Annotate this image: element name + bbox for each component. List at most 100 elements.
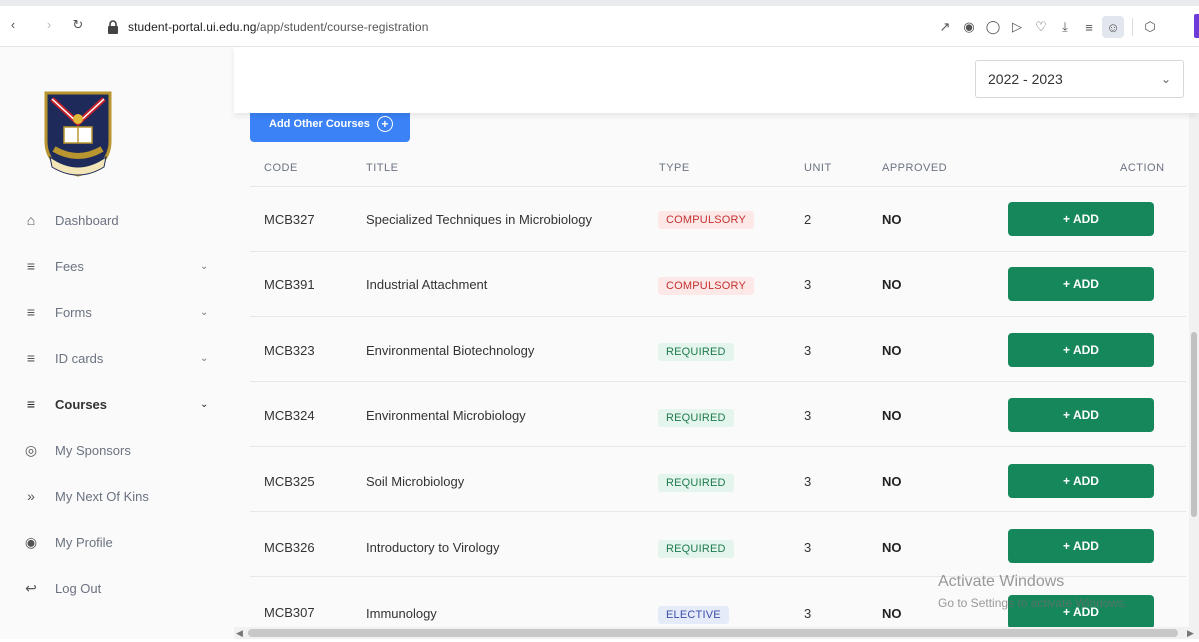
sidebar-item-my-profile[interactable]: ◉ My Profile bbox=[0, 522, 234, 562]
play-icon[interactable]: ▷ bbox=[1006, 16, 1028, 38]
horizontal-scrollbar[interactable]: ◀ ▶ bbox=[234, 627, 1199, 639]
sidebar-item-fees[interactable]: ≡ Fees ⌄ bbox=[0, 246, 234, 286]
course-approved: NO bbox=[882, 212, 902, 227]
add-course-button[interactable]: + ADD bbox=[1008, 202, 1154, 236]
profile-icon[interactable]: ☺ bbox=[1102, 16, 1124, 38]
address-bar[interactable]: student-portal.ui.edu.ng/app/student/cou… bbox=[128, 20, 428, 34]
course-code: MCB324 bbox=[264, 408, 315, 423]
chevron-down-icon: ⌄ bbox=[200, 260, 209, 272]
browser-actions: ↗ ◉ ◯ ▷ ♡ ⤓ ≡ ☺ ⬡ bbox=[934, 16, 1163, 38]
course-approved: NO bbox=[882, 277, 902, 292]
course-type-badge: ELECTIVE bbox=[658, 606, 729, 624]
course-title: Industrial Attachment bbox=[366, 277, 488, 292]
course-code: MCB323 bbox=[264, 343, 315, 358]
course-code: MCB391 bbox=[264, 277, 315, 292]
horizontal-scroll-thumb[interactable] bbox=[248, 629, 1178, 637]
course-code: MCB307 bbox=[264, 605, 315, 620]
home-icon: ⌂ bbox=[26, 212, 36, 228]
add-course-button[interactable]: + ADD bbox=[1008, 464, 1154, 498]
vertical-scrollbar[interactable] bbox=[1189, 47, 1199, 627]
back-icon[interactable]: ‹ bbox=[6, 18, 20, 32]
camera-icon[interactable]: ◉ bbox=[958, 16, 980, 38]
course-approved: NO bbox=[882, 408, 902, 423]
sidebar-item-forms[interactable]: ≡ Forms ⌄ bbox=[0, 292, 234, 332]
sidebar-item-label: ID cards bbox=[55, 350, 104, 366]
lock-icon[interactable] bbox=[107, 20, 119, 34]
course-title: Soil Microbiology bbox=[366, 474, 465, 489]
tab-strip bbox=[0, 0, 1199, 6]
course-unit: 2 bbox=[804, 212, 812, 227]
table-row: MCB327 Specialized Techniques in Microbi… bbox=[250, 187, 1186, 252]
user-circle-icon: ◉ bbox=[24, 533, 38, 550]
course-approved: NO bbox=[882, 540, 902, 555]
list-icon: ≡ bbox=[26, 304, 36, 320]
course-title: Immunology bbox=[366, 606, 437, 621]
reload-icon[interactable]: ↻ bbox=[71, 18, 85, 32]
column-header-action: ACTION bbox=[1120, 162, 1165, 174]
sidebar-item-id-cards[interactable]: ≡ ID cards ⌄ bbox=[0, 338, 234, 378]
logout-icon: ↩ bbox=[25, 579, 37, 596]
course-unit: 3 bbox=[804, 474, 812, 489]
table-row: MCB326 Introductory to Virology REQUIRED… bbox=[250, 512, 1186, 577]
course-type-badge: COMPULSORY bbox=[658, 211, 755, 229]
menu-icon[interactable]: ≡ bbox=[1078, 16, 1100, 38]
browser-menu-button[interactable] bbox=[1194, 14, 1199, 38]
sidebar-item-log-out[interactable]: ↩ Log Out bbox=[0, 568, 234, 608]
course-code: MCB325 bbox=[264, 474, 315, 489]
course-code: MCB327 bbox=[264, 212, 315, 227]
sidebar-item-courses[interactable]: ≡ Courses ⌄ bbox=[0, 384, 234, 424]
course-unit: 3 bbox=[804, 408, 812, 423]
sidebar-item-next-of-kins[interactable]: » My Next Of Kins bbox=[0, 476, 234, 516]
column-header-code: CODE bbox=[264, 162, 298, 174]
sidebar-item-label: Forms bbox=[55, 304, 92, 320]
plus-circle-icon: + bbox=[376, 116, 393, 132]
extensions-icon[interactable]: ⬡ bbox=[1139, 16, 1161, 38]
list-icon: ≡ bbox=[26, 396, 36, 412]
add-course-button[interactable]: + ADD bbox=[1008, 529, 1154, 563]
add-course-button[interactable]: + ADD bbox=[1008, 267, 1154, 301]
scroll-right-icon[interactable]: ▶ bbox=[1187, 627, 1194, 639]
sidebar-item-label: My Next Of Kins bbox=[55, 488, 149, 504]
course-approved: NO bbox=[882, 606, 902, 621]
add-course-button[interactable]: + ADD bbox=[1008, 333, 1154, 367]
course-unit: 3 bbox=[804, 606, 812, 621]
course-approved: NO bbox=[882, 474, 902, 489]
sidebar: ⌂ Dashboard ≡ Fees ⌄ ≡ Forms ⌄ ≡ ID card… bbox=[0, 47, 234, 639]
scroll-left-icon[interactable]: ◀ bbox=[236, 627, 243, 639]
list-icon: ≡ bbox=[26, 350, 36, 366]
vertical-scroll-thumb[interactable] bbox=[1191, 332, 1197, 517]
course-type-badge: REQUIRED bbox=[658, 540, 734, 558]
sidebar-item-dashboard[interactable]: ⌂ Dashboard bbox=[0, 200, 234, 240]
table-row: MCB323 Environmental Biotechnology REQUI… bbox=[250, 317, 1186, 382]
shield-icon[interactable]: ◯ bbox=[982, 16, 1004, 38]
course-code: MCB326 bbox=[264, 540, 315, 555]
course-unit: 3 bbox=[804, 540, 812, 555]
column-header-title: TITLE bbox=[366, 162, 399, 174]
forward-icon[interactable]: › bbox=[42, 18, 56, 32]
main-content: 2022 - 2023 ⌄ Add Other Courses + CODE T… bbox=[234, 47, 1199, 639]
course-type-badge: REQUIRED bbox=[658, 409, 734, 427]
heart-icon[interactable]: ♡ bbox=[1030, 16, 1052, 38]
session-select[interactable]: 2022 - 2023 ⌄ bbox=[975, 60, 1184, 98]
university-logo bbox=[44, 91, 112, 177]
share-icon[interactable]: ↗ bbox=[934, 16, 956, 38]
list-icon: ≡ bbox=[26, 258, 36, 274]
download-icon[interactable]: ⤓ bbox=[1054, 16, 1076, 38]
sidebar-item-label: Courses bbox=[55, 396, 108, 412]
course-title: Environmental Biotechnology bbox=[366, 343, 535, 358]
sidebar-item-label: My Sponsors bbox=[55, 442, 131, 458]
toolbar-divider bbox=[1132, 18, 1133, 36]
lifebuoy-icon: ◎ bbox=[24, 441, 38, 458]
course-title: Environmental Microbiology bbox=[366, 408, 526, 423]
add-course-button[interactable]: + ADD bbox=[1008, 398, 1154, 432]
column-header-unit: UNIT bbox=[804, 162, 832, 174]
table-row: MCB324 Environmental Microbiology REQUIR… bbox=[250, 382, 1186, 447]
sidebar-item-label: My Profile bbox=[55, 534, 113, 550]
course-title: Introductory to Virology bbox=[366, 540, 500, 555]
chevron-down-icon: ⌄ bbox=[200, 352, 209, 364]
sidebar-item-my-sponsors[interactable]: ◎ My Sponsors bbox=[0, 430, 234, 470]
course-type-badge: REQUIRED bbox=[658, 474, 734, 492]
top-bar: 2022 - 2023 ⌄ bbox=[234, 47, 1199, 113]
column-header-approved: APPROVED bbox=[882, 162, 948, 174]
course-unit: 3 bbox=[804, 343, 812, 358]
